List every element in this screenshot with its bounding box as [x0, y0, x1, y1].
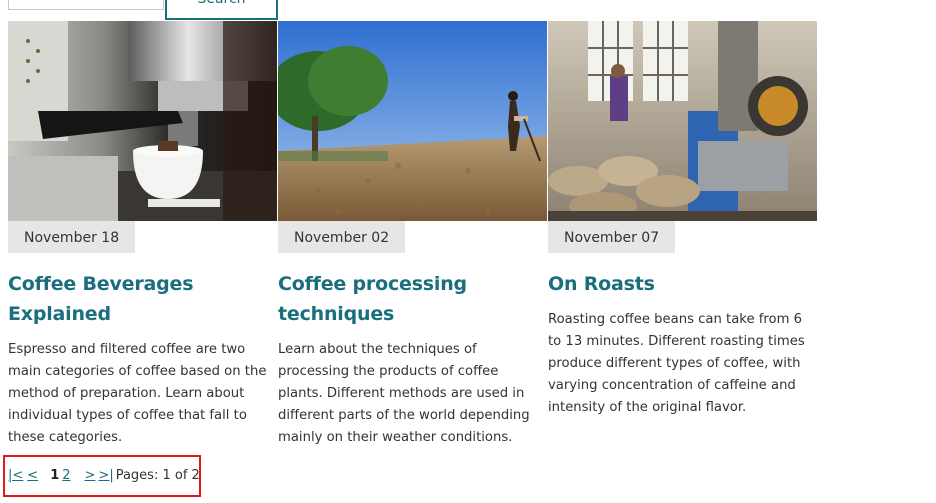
pagination: |< <1 2 > >| Pages: 1 of 2: [3, 455, 201, 497]
article-image-espresso[interactable]: [8, 21, 277, 221]
article-list: November 18 Coffee Beverages Explained E…: [8, 21, 818, 461]
last-page-link[interactable]: >|: [98, 468, 113, 483]
article-summary: Roasting coffee beans can take from 6 to…: [548, 312, 805, 415]
page-summary: Pages: 1 of 2: [115, 468, 200, 483]
article-title-link[interactable]: Coffee Beverages Explained: [8, 269, 258, 329]
first-page-link[interactable]: |<: [8, 468, 23, 483]
coffee-drying-field-image: [278, 21, 547, 221]
coffee-roastery-image: [548, 21, 817, 221]
search-button[interactable]: Search: [165, 0, 278, 20]
article-date: November 07: [548, 221, 676, 253]
article-card: November 07 On Roasts Roasting coffee be…: [548, 21, 817, 419]
previous-page-link[interactable]: <: [27, 468, 38, 483]
article-summary: Espresso and filtered coffee are two mai…: [8, 342, 267, 445]
article-card: November 02 Coffee processing techniques…: [278, 21, 547, 449]
article-title-link[interactable]: Coffee processing techniques: [278, 269, 528, 329]
article-date: November 02: [278, 221, 406, 253]
article-title-link[interactable]: On Roasts: [548, 269, 798, 299]
next-page-link[interactable]: >: [85, 468, 96, 483]
page-2-link[interactable]: 2: [62, 468, 70, 483]
current-page-number: 1: [50, 468, 60, 483]
search-input[interactable]: [8, 0, 164, 10]
article-image-roastery[interactable]: [548, 21, 817, 221]
article-image-drying-field[interactable]: [278, 21, 547, 221]
espresso-machine-image: [8, 21, 277, 221]
article-date: November 18: [8, 221, 136, 253]
search-bar: Search: [8, 0, 308, 20]
article-summary: Learn about the techniques of processing…: [278, 342, 530, 445]
article-card: November 18 Coffee Beverages Explained E…: [8, 21, 277, 449]
